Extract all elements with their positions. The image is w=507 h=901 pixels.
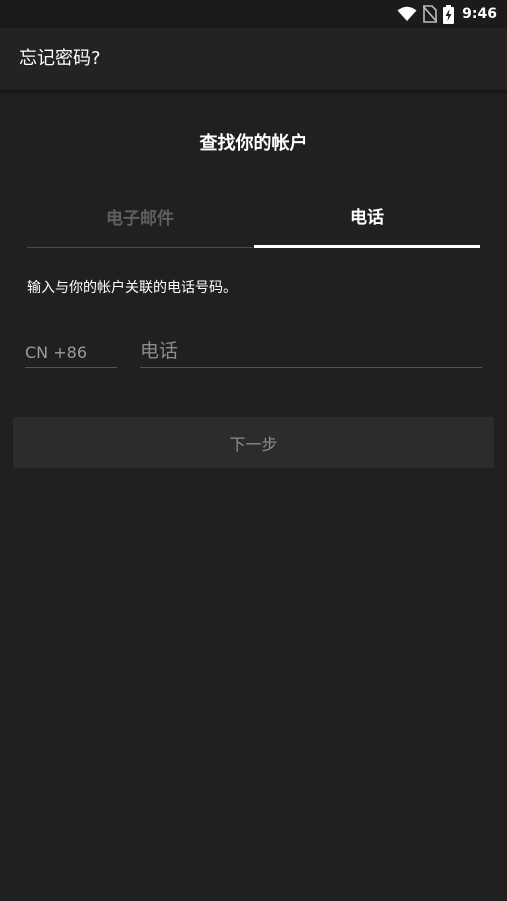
country-code-selector[interactable]: CN +86 [25, 340, 117, 368]
app-bar-title: 忘记密码? [19, 48, 101, 69]
tab-phone[interactable]: 电话 [254, 196, 480, 248]
tab-bar: 电子邮件 电话 [27, 196, 480, 248]
instruction-text: 输入与你的帐户关联的电话号码。 [27, 280, 237, 296]
status-bar: 9:46 [0, 0, 507, 28]
phone-input[interactable] [140, 334, 482, 368]
battery-charging-icon [443, 4, 455, 24]
status-time: 9:46 [462, 6, 497, 22]
app-bar: 忘记密码? [0, 28, 507, 90]
wifi-icon [397, 6, 417, 22]
tab-email[interactable]: 电子邮件 [27, 196, 253, 248]
status-icons: 9:46 [397, 4, 497, 24]
no-sim-icon [423, 5, 438, 23]
page-heading: 查找你的帐户 [199, 133, 308, 154]
next-button[interactable]: 下一步 [13, 417, 494, 468]
